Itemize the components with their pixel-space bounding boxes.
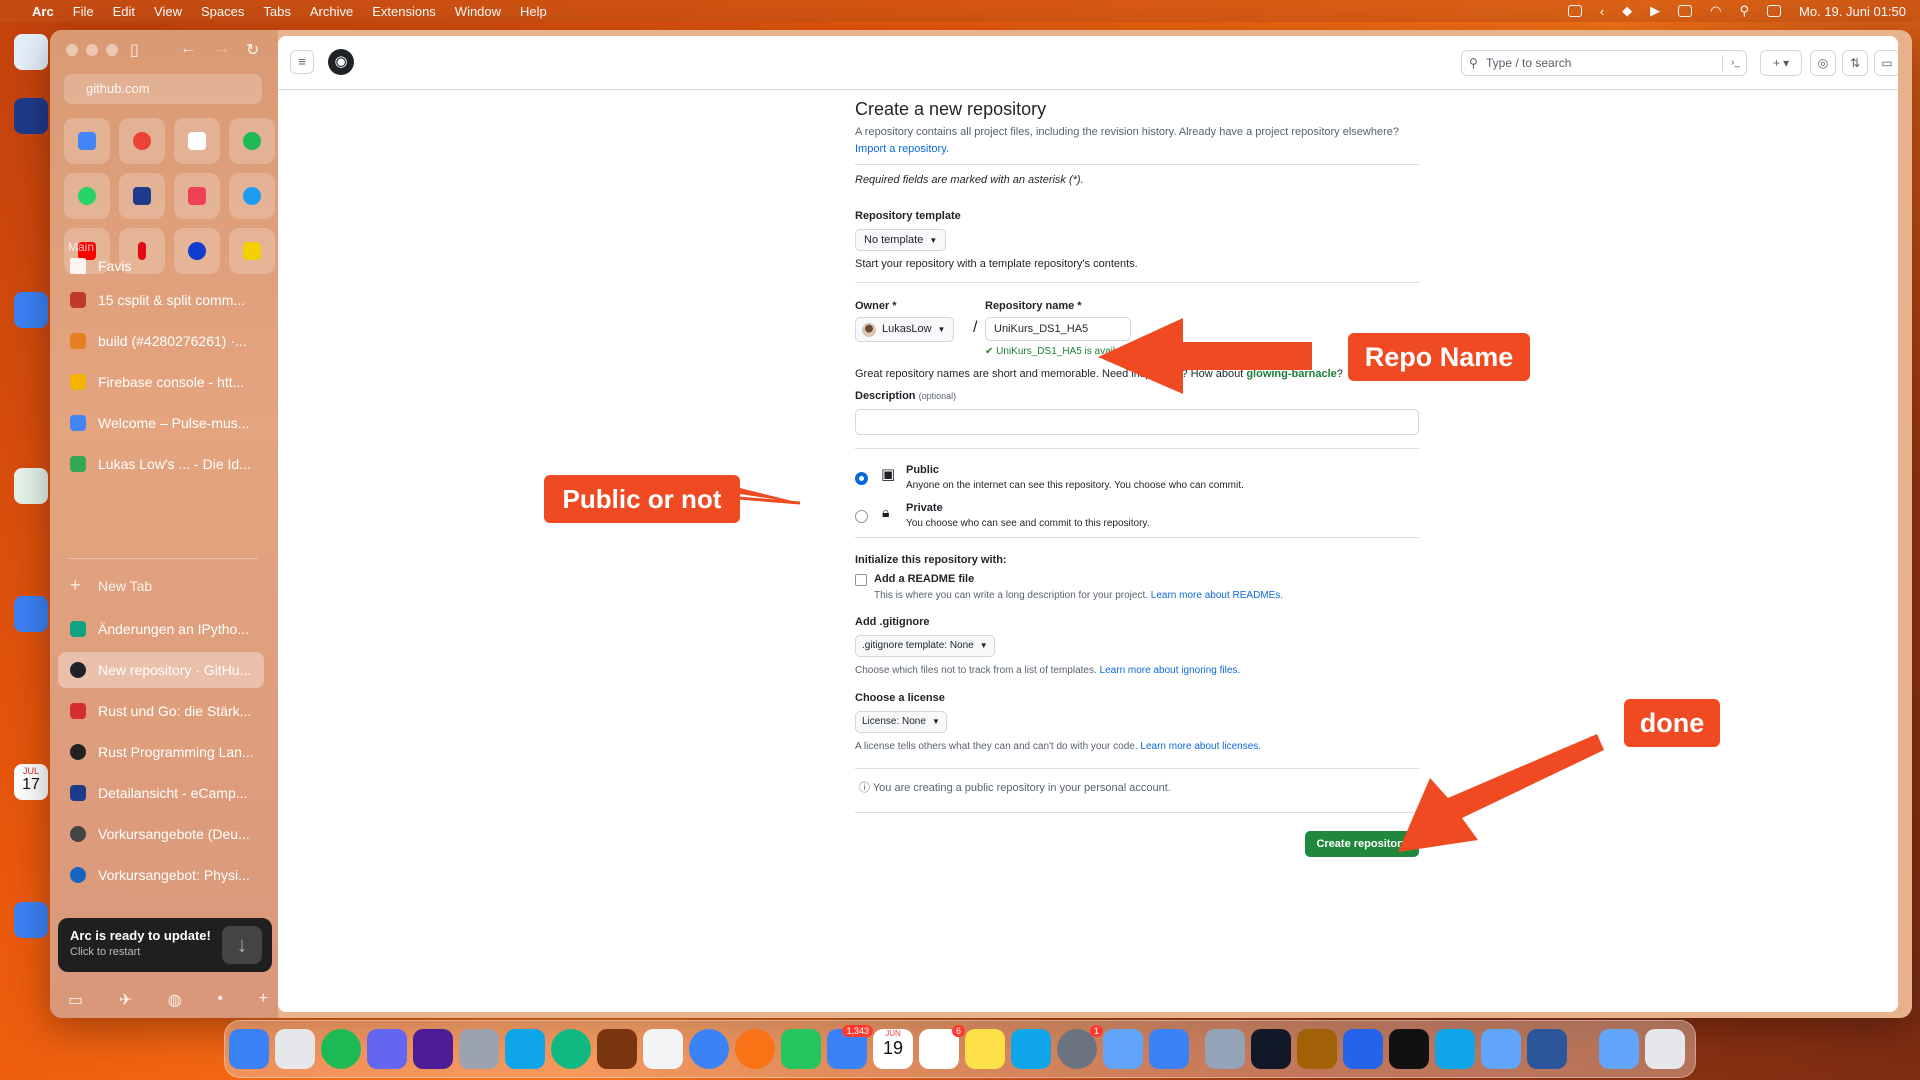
public-arrow-line xyxy=(737,496,801,505)
downloads-folder-icon[interactable] xyxy=(1599,1029,1639,1069)
messages-icon[interactable] xyxy=(781,1029,821,1069)
notes-icon[interactable] xyxy=(965,1029,1005,1069)
reminders-badge: 6 xyxy=(951,1025,965,1037)
keynote-icon[interactable] xyxy=(1343,1029,1383,1069)
terminal-icon[interactable] xyxy=(1389,1029,1429,1069)
annotation-done: done xyxy=(1624,699,1720,747)
repo-name-arrow xyxy=(1098,318,1312,394)
calendar-icon[interactable]: JUN 19 xyxy=(873,1029,913,1069)
calendar-month: JUN xyxy=(885,1029,901,1038)
contacts-icon[interactable] xyxy=(1297,1029,1337,1069)
dock: 1,343 JUN 19 6 1 xyxy=(224,1020,1696,1078)
proton-icon[interactable] xyxy=(275,1029,315,1069)
obsidian-icon[interactable] xyxy=(413,1029,453,1069)
activity-monitor-icon[interactable] xyxy=(1251,1029,1291,1069)
annotation-repo-name: Repo Name xyxy=(1348,333,1530,381)
edge-dev-icon[interactable] xyxy=(551,1029,591,1069)
settings-badge: 1 xyxy=(1089,1025,1103,1037)
spotify-icon[interactable] xyxy=(321,1029,361,1069)
trash-icon[interactable] xyxy=(1645,1029,1685,1069)
firefox-icon[interactable] xyxy=(735,1029,775,1069)
annotation-arrows xyxy=(737,318,1604,852)
word-icon[interactable] xyxy=(1527,1029,1567,1069)
preview-icon[interactable] xyxy=(1205,1029,1245,1069)
system-settings-icon[interactable]: 1 xyxy=(1057,1025,1103,1069)
launchpad-icon[interactable] xyxy=(459,1029,499,1069)
vscode-icon[interactable] xyxy=(505,1029,545,1069)
mail-badge: 1,343 xyxy=(842,1025,873,1037)
reminders-icon[interactable]: 6 xyxy=(919,1025,965,1069)
annotation-public-or-not: Public or not xyxy=(544,475,740,523)
done-arrow xyxy=(1398,734,1604,852)
app-icon[interactable] xyxy=(597,1029,637,1069)
finder-icon[interactable] xyxy=(229,1029,269,1069)
textedit-icon[interactable] xyxy=(643,1029,683,1069)
weather-icon[interactable] xyxy=(1481,1029,1521,1069)
docker-icon[interactable] xyxy=(1435,1029,1475,1069)
calendar-day: 19 xyxy=(882,1038,904,1058)
testflight-icon[interactable] xyxy=(1103,1029,1143,1069)
xcode-icon[interactable] xyxy=(1149,1029,1189,1069)
mail-icon[interactable]: 1,343 xyxy=(827,1025,873,1069)
affinity-icon[interactable] xyxy=(367,1029,407,1069)
safari-icon[interactable] xyxy=(689,1029,729,1069)
app-store-icon[interactable] xyxy=(1011,1029,1051,1069)
